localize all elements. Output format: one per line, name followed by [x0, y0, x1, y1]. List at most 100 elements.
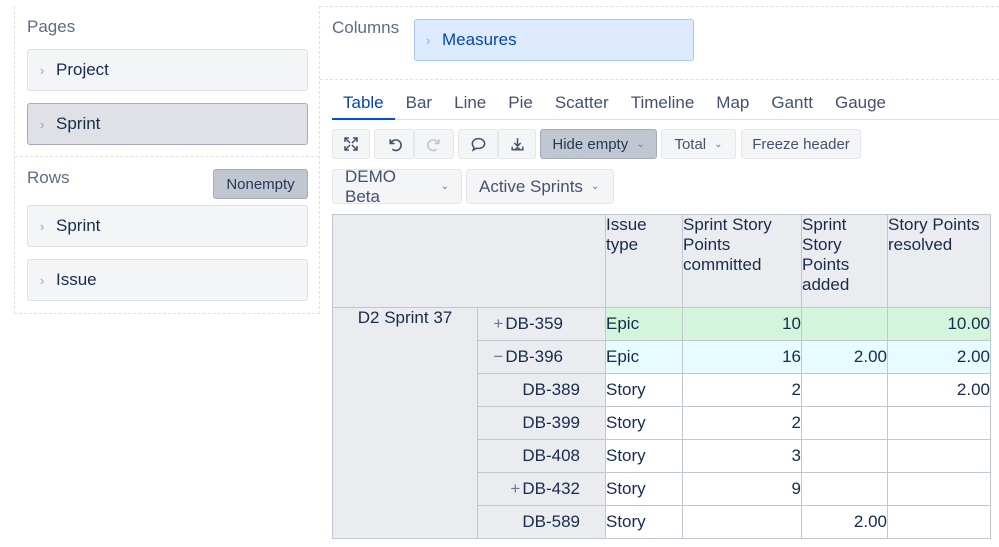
- sprint-row-header[interactable]: D2 Sprint 37: [332, 307, 478, 539]
- rows-chip-sprint[interactable]: › Sprint: [27, 205, 308, 247]
- added-cell: [801, 406, 888, 440]
- freeze-header-button[interactable]: Freeze header: [741, 129, 861, 159]
- added-cell: 2.00: [801, 340, 888, 374]
- resolved-cell: [887, 406, 991, 440]
- nonempty-button[interactable]: Nonempty: [213, 169, 308, 199]
- issue-key: DB-396: [505, 347, 563, 366]
- committed-cell: 16: [682, 340, 802, 374]
- pages-chip-sprint[interactable]: › Sprint: [27, 103, 308, 145]
- issue-key: DB-399: [522, 413, 580, 432]
- table-corner: [332, 214, 606, 308]
- left-panel: Pages › Project › Sprint Rows Nonempty ›…: [14, 6, 320, 314]
- report-table-container: Issue type Sprint Story Points committed…: [332, 214, 991, 539]
- tab-line[interactable]: Line: [443, 86, 497, 120]
- chevron-right-icon: ›: [426, 32, 431, 48]
- comment-button[interactable]: [458, 129, 498, 159]
- section-divider: [15, 156, 319, 157]
- project-filter-dropdown[interactable]: DEMO Beta ⌄: [332, 166, 462, 206]
- chevron-right-icon: ›: [40, 272, 45, 288]
- expand-icon[interactable]: +: [493, 314, 503, 333]
- chip-label: Issue: [56, 270, 97, 289]
- chevron-down-icon: ⌄: [590, 181, 600, 192]
- resolved-cell: [887, 439, 991, 473]
- committed-cell: 10: [682, 307, 802, 341]
- rows-chip-issue[interactable]: › Issue: [27, 259, 308, 301]
- tab-gauge[interactable]: Gauge: [824, 86, 897, 120]
- undo-icon: [388, 138, 402, 151]
- export-button[interactable]: [498, 129, 536, 159]
- total-label: Total: [674, 135, 707, 153]
- resolved-cell: 2.00: [887, 373, 991, 407]
- tab-gantt[interactable]: Gantt: [760, 86, 824, 120]
- added-cell: [801, 439, 888, 473]
- chip-label: Sprint: [56, 216, 101, 235]
- redo-icon: [426, 138, 440, 151]
- tab-scatter[interactable]: Scatter: [544, 86, 620, 120]
- columns-chip-measures[interactable]: › Measures: [414, 19, 694, 61]
- chip-label: Project: [56, 60, 109, 79]
- tab-table[interactable]: Table: [332, 86, 395, 120]
- added-cell: [801, 307, 888, 341]
- sprint-filter-label: Active Sprints: [479, 176, 583, 196]
- tab-pie[interactable]: Pie: [497, 86, 544, 120]
- issue-key: DB-432: [522, 479, 580, 498]
- issue-row-header[interactable]: + DB-359: [477, 307, 606, 341]
- header-story-points-committed[interactable]: Sprint Story Points committed: [682, 214, 802, 308]
- chevron-down-icon: ⌄: [440, 181, 449, 192]
- sprint-filter-dropdown[interactable]: Active Sprints ⌄: [466, 169, 614, 204]
- comment-icon: [471, 137, 485, 152]
- committed-cell: 3: [682, 439, 802, 473]
- chip-label: Measures: [442, 30, 517, 49]
- added-cell: 2.00: [801, 505, 888, 539]
- added-cell: [801, 373, 888, 407]
- header-story-points-added[interactable]: Sprint Story Points added: [801, 214, 888, 308]
- issue-type-cell: Story: [605, 505, 683, 539]
- pages-chip-project[interactable]: › Project: [27, 49, 308, 91]
- header-issue-type[interactable]: Issue type: [605, 214, 683, 308]
- pages-section-label: Pages: [27, 17, 76, 36]
- resolved-cell: 2.00: [887, 340, 991, 374]
- chip-label: Sprint: [56, 114, 101, 133]
- issue-type-cell: Story: [605, 472, 683, 506]
- issue-key: DB-589: [522, 512, 580, 531]
- expand-icon[interactable]: +: [510, 479, 520, 498]
- chart-type-tabs: Table Bar Line Pie Scatter Timeline Map …: [332, 86, 999, 120]
- table-row: D2 Sprint 37 + DB-359 Epic 10 10.00: [332, 307, 991, 539]
- issue-type-cell: Epic: [605, 307, 683, 341]
- redo-button[interactable]: [414, 129, 454, 159]
- undo-button[interactable]: [374, 129, 414, 159]
- issue-type-cell: Story: [605, 373, 683, 407]
- hide-empty-button[interactable]: Hide empty ⌄: [540, 129, 657, 159]
- total-button[interactable]: Total ⌄: [661, 129, 736, 159]
- issue-row-header[interactable]: DB-589: [477, 505, 606, 539]
- issue-type-cell: Story: [605, 406, 683, 440]
- issue-type-cell: Story: [605, 439, 683, 473]
- committed-cell: 2: [682, 373, 802, 407]
- resolved-cell: 10.00: [887, 307, 991, 341]
- fullscreen-button[interactable]: [332, 129, 370, 159]
- issue-key: DB-408: [522, 446, 580, 465]
- committed-cell: 9: [682, 472, 802, 506]
- issue-row-header[interactable]: − DB-396: [477, 340, 606, 374]
- issue-row-header[interactable]: DB-389: [477, 373, 606, 407]
- expand-icon: [344, 137, 358, 151]
- added-cell: [801, 472, 888, 506]
- tab-map[interactable]: Map: [705, 86, 760, 120]
- issue-key: DB-389: [522, 380, 580, 399]
- collapse-icon[interactable]: −: [493, 347, 503, 366]
- download-icon: [510, 137, 524, 151]
- chevron-down-icon: ⌄: [714, 138, 723, 150]
- issue-row-header[interactable]: + DB-432: [477, 472, 606, 506]
- issue-key: DB-359: [505, 314, 563, 333]
- issue-row-header[interactable]: DB-399: [477, 406, 606, 440]
- header-story-points-resolved[interactable]: Story Points resolved: [887, 214, 991, 308]
- project-filter-label: DEMO Beta: [345, 166, 396, 206]
- report-table: Issue type Sprint Story Points committed…: [332, 214, 991, 539]
- issue-row-header[interactable]: DB-408: [477, 439, 606, 473]
- chevron-down-icon: ⌄: [636, 138, 645, 150]
- chevron-right-icon: ›: [40, 218, 45, 234]
- chevron-right-icon: ›: [40, 116, 45, 132]
- tab-timeline[interactable]: Timeline: [620, 86, 706, 120]
- resolved-cell: [887, 472, 991, 506]
- tab-bar[interactable]: Bar: [395, 86, 443, 120]
